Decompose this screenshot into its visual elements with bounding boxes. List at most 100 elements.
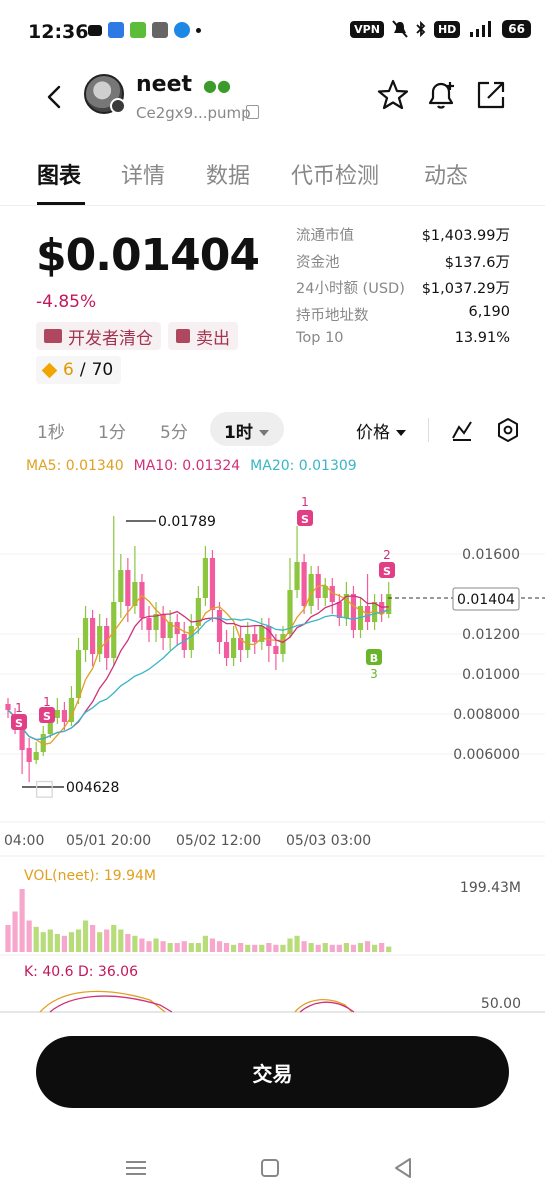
sell-marker[interactable]: 2 S xyxy=(379,548,395,578)
timeframe-5m[interactable]: 5分 xyxy=(160,418,188,443)
candle-body xyxy=(75,650,82,698)
marker-letter: B xyxy=(370,652,378,665)
star-icon[interactable] xyxy=(376,78,410,112)
candle-body xyxy=(308,574,314,606)
sell-marker[interactable]: 1 S xyxy=(297,495,313,526)
score-chip[interactable]: 6 / 70 xyxy=(36,356,122,384)
notification-icons xyxy=(88,22,201,38)
y-tick: 0.006000 xyxy=(453,747,520,763)
back-icon[interactable] xyxy=(390,1154,418,1182)
vpn-badge: VPN xyxy=(350,20,384,38)
tab-data[interactable]: 数据 xyxy=(206,158,250,190)
wallet-icon xyxy=(176,329,190,343)
volume-bar xyxy=(195,943,201,952)
candle-body xyxy=(33,752,39,760)
price-type-dropdown[interactable]: 价格 xyxy=(356,418,406,443)
tab-chart[interactable]: 图表 xyxy=(37,158,81,190)
volume-max-label: 199.43M xyxy=(459,880,521,896)
marker-count: 1 xyxy=(43,695,51,709)
volume-bar xyxy=(223,943,230,952)
sell-chip[interactable]: 卖出 xyxy=(168,322,238,350)
sell-label: 卖出 xyxy=(196,328,230,349)
volume-bar xyxy=(231,944,237,952)
candle-body xyxy=(139,582,145,618)
timeframe-1m[interactable]: 1分 xyxy=(98,418,126,443)
copy-icon[interactable] xyxy=(246,105,259,119)
price-chart[interactable]: 0.01600 0.01200 0.01000 0.008000 0.00600… xyxy=(0,480,545,1020)
x-tick: 05/03 03:00 xyxy=(286,833,371,849)
watermark-logo: □ xyxy=(34,776,55,801)
share-icon[interactable] xyxy=(474,78,508,112)
alert-add-icon[interactable] xyxy=(424,78,458,112)
stat-value: $1,037.29万 xyxy=(421,281,510,297)
chart-toolbar: 1秒 1分 5分 1时 价格 xyxy=(0,410,545,450)
volume-bar xyxy=(386,946,392,952)
indicator-icon[interactable] xyxy=(450,418,474,442)
token-header: neet ●● Ce2gx9...pump xyxy=(0,64,545,130)
marker-letter: S xyxy=(15,717,23,730)
volume-bar xyxy=(343,943,349,952)
candle-body xyxy=(216,610,223,642)
candle-body xyxy=(125,570,131,606)
stat-value: 6,190 xyxy=(468,303,510,320)
volume-bar xyxy=(146,941,152,952)
buy-marker[interactable]: B 3 xyxy=(366,649,382,681)
menu-icon[interactable] xyxy=(122,1154,150,1182)
volume-bar xyxy=(132,935,138,952)
current-price: $0.01404 xyxy=(36,230,260,281)
volume-bar xyxy=(364,941,371,952)
high-price-label: 0.01789 xyxy=(158,514,216,530)
volume-bar xyxy=(259,944,265,952)
candle-body xyxy=(26,748,32,762)
sell-marker[interactable]: 1 S xyxy=(39,695,55,723)
candle-body xyxy=(245,634,251,650)
ma10-value: MA10: 0.01324 xyxy=(133,458,241,474)
token-address[interactable]: Ce2gx9...pump xyxy=(136,104,251,122)
signal-icon xyxy=(470,21,492,37)
more-dot-icon xyxy=(196,27,201,33)
diamond-icon xyxy=(41,362,58,378)
status-time: 12:36 xyxy=(28,21,89,43)
candle-body xyxy=(231,638,237,658)
stat-label: 流通市值 xyxy=(296,228,354,244)
kd-lines xyxy=(39,990,355,1013)
volume-bar xyxy=(287,938,293,952)
volume-bar xyxy=(266,943,272,952)
tab-token-check[interactable]: 代币检测 xyxy=(291,158,379,190)
stat-row: Top 10 13.91% xyxy=(296,330,510,357)
volume-bar xyxy=(90,925,96,952)
price-type-label: 价格 xyxy=(356,423,390,443)
volume-bar xyxy=(209,938,216,952)
caret-down-icon xyxy=(396,430,406,436)
tab-activity[interactable]: 动态 xyxy=(424,158,468,190)
candle-body xyxy=(209,558,216,610)
tab-details[interactable]: 详情 xyxy=(121,158,165,190)
back-arrow-icon[interactable] xyxy=(40,82,70,112)
community-icon: ●● xyxy=(203,76,231,95)
toolbar-divider xyxy=(428,418,429,442)
volume-bar xyxy=(139,938,145,952)
volume-bar xyxy=(75,929,82,952)
settings-hex-icon[interactable] xyxy=(496,417,520,443)
price-change: -4.85% xyxy=(36,292,97,312)
volume-bar xyxy=(82,920,89,952)
stat-row: 资金池 $137.6万 xyxy=(296,251,510,278)
candle-body xyxy=(223,642,230,658)
stat-label: 24小时额 (USD) xyxy=(296,281,405,297)
marker-letter: S xyxy=(301,513,309,526)
mute-icon xyxy=(392,20,408,38)
tab-bar: 图表 详情 数据 代币检测 动态 xyxy=(0,148,545,206)
ma20-value: MA20: 0.01309 xyxy=(250,458,357,474)
candle-body xyxy=(61,710,67,722)
trade-button[interactable]: 交易 xyxy=(36,1036,509,1108)
stat-label: 资金池 xyxy=(296,254,340,271)
sell-marker[interactable]: 1 S xyxy=(11,701,27,730)
volume-bar xyxy=(301,941,307,952)
volume-bar xyxy=(19,889,25,952)
dev-cleared-chip[interactable]: 开发者清仓 xyxy=(36,322,161,350)
timeframe-1h-dropdown[interactable]: 1时 xyxy=(210,412,284,446)
current-price-tag-label: 0.01404 xyxy=(457,592,515,608)
timeframe-1s[interactable]: 1秒 xyxy=(37,418,65,443)
volume-bar xyxy=(202,935,208,952)
home-icon[interactable] xyxy=(256,1154,284,1182)
